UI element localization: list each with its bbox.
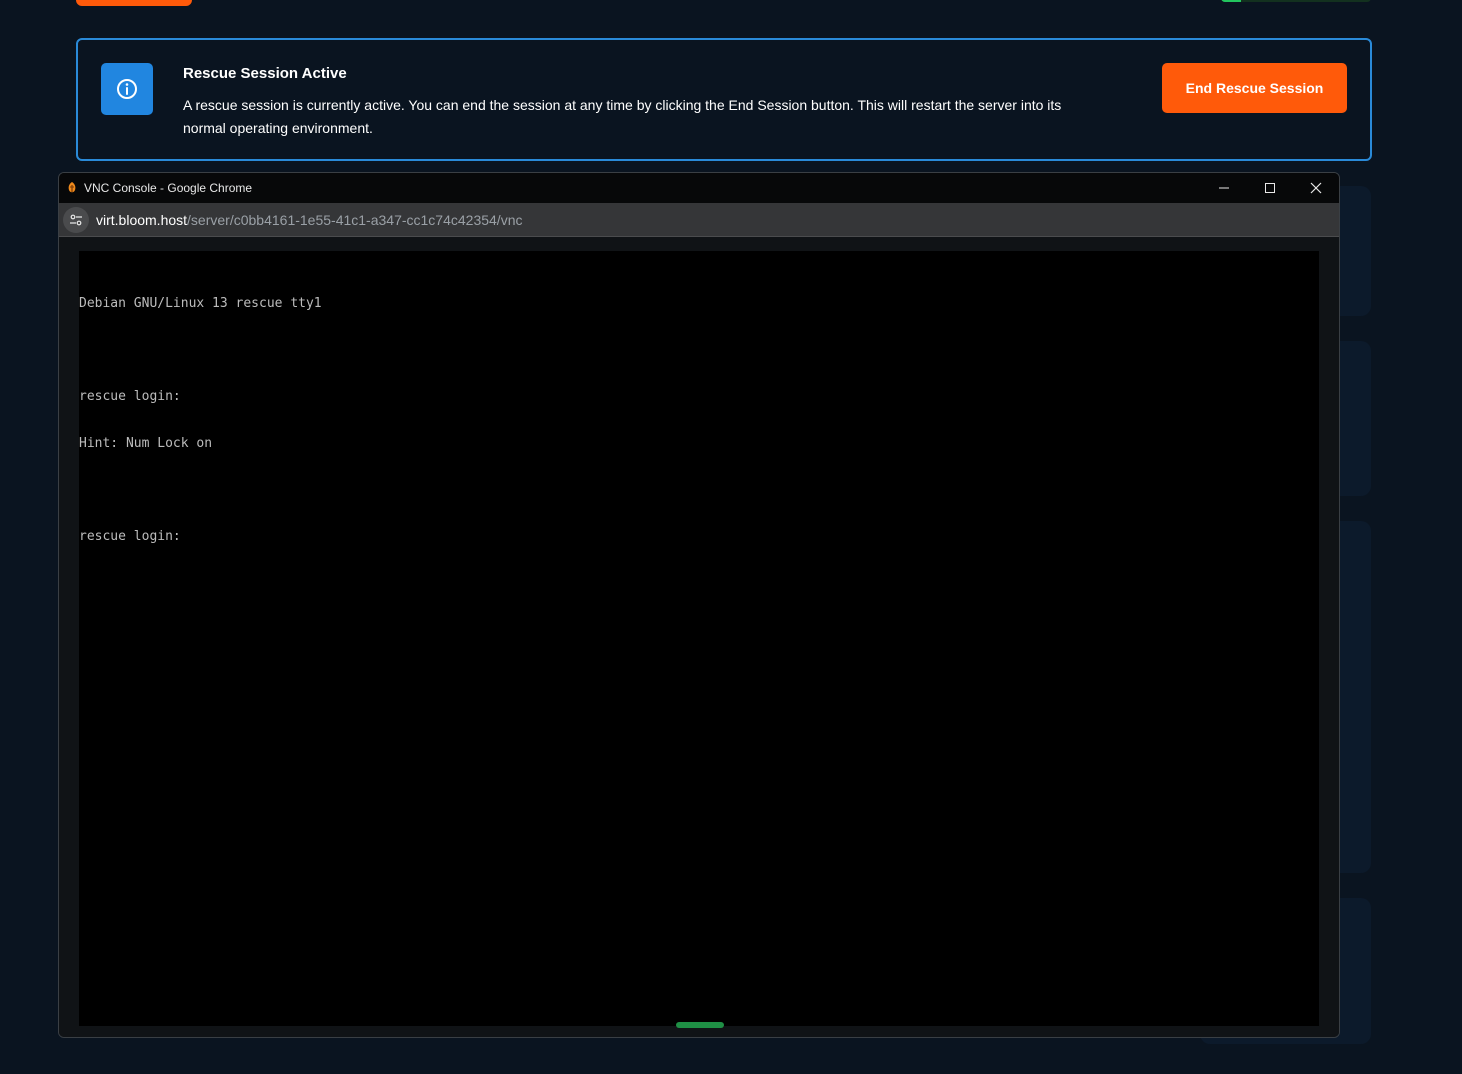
vnc-viewport: Debian GNU/Linux 13 rescue tty1 rescue l… [59, 237, 1339, 1037]
site-settings-icon[interactable] [63, 207, 89, 233]
window-titlebar[interactable]: VNC Console - Google Chrome [59, 173, 1339, 203]
terminal-line: Debian GNU/Linux 13 rescue tty1 [79, 296, 322, 311]
rescue-session-banner: Rescue Session Active A rescue session i… [76, 38, 1372, 161]
close-icon [1310, 182, 1322, 194]
terminal-output: Debian GNU/Linux 13 rescue tty1 rescue l… [79, 265, 322, 575]
top-orange-button[interactable] [76, 0, 192, 6]
end-rescue-session-button[interactable]: End Rescue Session [1162, 63, 1347, 113]
minimize-icon [1219, 187, 1229, 189]
banner-title: Rescue Session Active [183, 65, 347, 82]
url-host: virt.bloom.host [96, 212, 188, 228]
maximize-icon [1265, 183, 1275, 193]
vnc-control-bar-handle[interactable] [676, 1022, 724, 1028]
url-text[interactable]: virt.bloom.host/server/c0bb4161-1e55-41c… [96, 212, 523, 228]
address-bar[interactable]: virt.bloom.host/server/c0bb4161-1e55-41c… [59, 203, 1339, 237]
top-progress-bar [1221, 0, 1371, 2]
terminal-line: rescue login: [79, 389, 181, 404]
minimize-button[interactable] [1201, 173, 1247, 203]
bloom-favicon-icon [68, 182, 76, 193]
terminal-line: rescue login: [79, 528, 181, 544]
info-icon [101, 63, 153, 115]
vnc-console-screen[interactable]: Debian GNU/Linux 13 rescue tty1 rescue l… [79, 251, 1319, 1026]
maximize-button[interactable] [1247, 173, 1293, 203]
vnc-console-window: VNC Console - Google Chrome virt.bloom.h… [58, 172, 1340, 1038]
close-button[interactable] [1293, 173, 1339, 203]
terminal-line: Hint: Num Lock on [79, 435, 213, 451]
url-path: /server/c0bb4161-1e55-41c1-a347-cc1c74c4… [187, 212, 523, 228]
window-title: VNC Console - Google Chrome [84, 181, 253, 195]
page: Rescue Session Active A rescue session i… [0, 0, 1462, 1074]
banner-description: A rescue session is currently active. Yo… [183, 97, 1062, 136]
